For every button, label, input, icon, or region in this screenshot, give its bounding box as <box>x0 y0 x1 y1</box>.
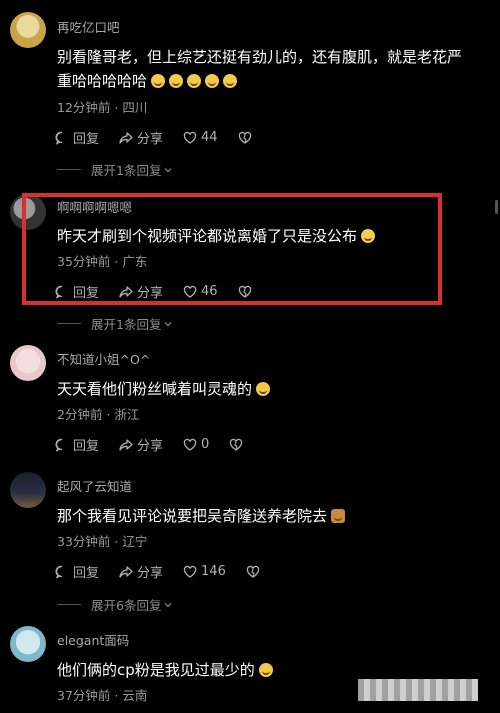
comment-time: 33分钟前 <box>57 534 111 549</box>
comment-text-line: 那个我看见评论说要把吴奇隆送养老院去 <box>57 507 328 525</box>
comment-text: 那个我看见评论说要把吴奇隆送养老院去 <box>57 505 346 526</box>
divider <box>57 323 81 324</box>
chevron-down-icon <box>165 167 172 172</box>
heart-icon <box>183 438 197 451</box>
expand-replies-label: 展开1条回复 <box>91 317 162 332</box>
share-label: 分享 <box>137 132 164 147</box>
reply-label: 回复 <box>73 566 100 581</box>
comment-text-line: 重哈哈哈哈哈 <box>57 72 148 90</box>
comment-text: 天天看他们粉丝喊着叫灵魂的 <box>57 378 271 399</box>
grin-emoji-icon <box>187 74 202 88</box>
comment-text-line-2: 重哈哈哈哈哈 <box>57 70 238 91</box>
meta-separator: · <box>110 100 123 115</box>
comment-text: 别看隆哥老，但上综艺还挺有劲儿的，还有腹肌，就是老花严 <box>57 46 462 67</box>
expand-replies[interactable]: 展开1条回复 <box>57 314 173 333</box>
broken-heart-icon <box>230 438 243 451</box>
chevron-down-icon <box>165 602 172 607</box>
expand-replies-label: 展开6条回复 <box>91 598 162 613</box>
like-count: 0 <box>201 437 210 452</box>
username[interactable]: 再吃亿口吧 <box>57 17 120 36</box>
avatar[interactable] <box>10 12 46 48</box>
meta-separator: · <box>102 407 115 422</box>
dislike-button[interactable] <box>238 131 256 145</box>
like-count: 146 <box>201 564 226 579</box>
scroll-indicator[interactable] <box>495 200 498 214</box>
reply-bubble-icon <box>55 131 63 145</box>
comment-time: 37分钟前 <box>57 688 111 703</box>
divider <box>57 169 81 170</box>
comment-text-line: 他们俩的cp粉是我见过最少的 <box>57 661 255 679</box>
broken-heart-icon <box>246 565 260 578</box>
grin-emoji-icon <box>258 663 273 677</box>
reply-button[interactable]: 回复 <box>55 435 99 454</box>
comment-meta: 33分钟前 · 辽宁 <box>57 531 147 550</box>
comment-actions: 回复 分享 0 <box>55 435 247 454</box>
avatar[interactable] <box>10 345 46 381</box>
reply-bubble-icon <box>55 438 63 452</box>
share-button[interactable]: 分享 <box>119 435 163 454</box>
comment-meta: 37分钟前 · 云南 <box>57 685 147 704</box>
grin-emoji-icon <box>205 74 220 88</box>
comment-location: 四川 <box>122 100 148 115</box>
share-arrow-icon <box>119 131 133 144</box>
expand-replies-label: 展开1条回复 <box>91 163 162 178</box>
dislike-button[interactable] <box>229 438 247 452</box>
dislike-button[interactable] <box>246 565 264 579</box>
grin-emoji-icon <box>169 74 184 88</box>
comment-location: 云南 <box>122 688 148 703</box>
meta-separator: · <box>110 688 123 703</box>
grin-emoji-icon <box>151 74 166 88</box>
comment-actions: 回复 分享 44 <box>55 128 256 147</box>
avatar[interactable] <box>10 472 46 508</box>
meta-separator: · <box>110 534 123 549</box>
comment-meta: 2分钟前 · 浙江 <box>57 404 139 423</box>
reply-button[interactable]: 回复 <box>55 128 99 147</box>
chevron-down-icon <box>165 321 172 326</box>
like-button[interactable]: 0 <box>183 437 209 452</box>
reply-label: 回复 <box>73 439 100 454</box>
comment-text-line: 天天看他们粉丝喊着叫灵魂的 <box>57 380 253 398</box>
avatar[interactable] <box>10 626 46 662</box>
watermark <box>358 679 478 701</box>
username[interactable]: 不知道小姐^O^ <box>57 349 150 368</box>
username[interactable]: elegant面码 <box>57 630 129 649</box>
share-button[interactable]: 分享 <box>119 562 163 581</box>
reply-bubble-icon <box>55 565 63 579</box>
share-label: 分享 <box>137 566 164 581</box>
heart-icon <box>183 131 197 144</box>
comment-text-line: 别看隆哥老，但上综艺还挺有劲儿的，还有腹肌，就是老花严 <box>57 48 463 66</box>
comment-location: 辽宁 <box>122 534 148 549</box>
expand-replies[interactable]: 展开6条回复 <box>57 595 173 614</box>
like-button[interactable]: 146 <box>183 564 226 579</box>
comment-time: 12分钟前 <box>57 100 111 115</box>
reply-label: 回复 <box>73 132 100 147</box>
divider <box>57 604 81 605</box>
like-count: 44 <box>201 130 218 145</box>
comment-text: 他们俩的cp粉是我见过最少的 <box>57 659 273 680</box>
heart-icon <box>183 565 197 578</box>
grin-emoji-icon <box>223 74 238 88</box>
cat-emoji-icon <box>331 509 346 523</box>
comment-time: 2分钟前 <box>57 407 103 422</box>
like-button[interactable]: 44 <box>183 130 218 145</box>
username[interactable]: 起风了云知道 <box>57 476 132 495</box>
share-arrow-icon <box>119 438 133 451</box>
reply-button[interactable]: 回复 <box>55 562 99 581</box>
grin-emoji-icon <box>256 382 271 396</box>
broken-heart-icon <box>238 131 251 144</box>
expand-replies[interactable]: 展开1条回复 <box>57 160 173 179</box>
red-highlight-box <box>22 193 442 305</box>
comment-location: 浙江 <box>114 407 140 422</box>
share-arrow-icon <box>119 565 133 578</box>
comment-meta: 12分钟前 · 四川 <box>57 97 147 116</box>
share-label: 分享 <box>137 439 164 454</box>
comment-actions: 回复 分享 146 <box>55 562 264 581</box>
share-button[interactable]: 分享 <box>119 128 163 147</box>
